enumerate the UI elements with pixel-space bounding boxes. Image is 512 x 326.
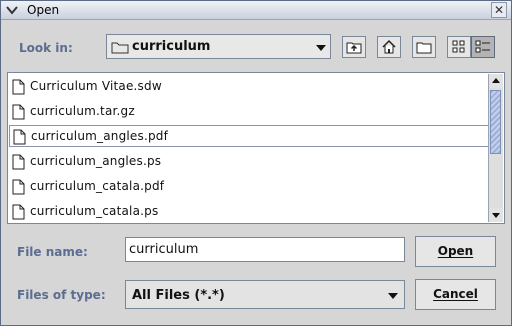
file-row[interactable]: curriculum_catala.pdf [9, 176, 489, 198]
files-of-type-value: All Files (*.*) [132, 288, 225, 303]
folder-icon [111, 42, 129, 54]
file-name-label: File name: [17, 245, 88, 259]
file-name: curriculum_catala.ps [30, 204, 159, 218]
file-icon [13, 129, 26, 145]
chevron-down-icon[interactable] [388, 293, 398, 299]
chevron-down-icon[interactable] [316, 45, 326, 51]
files-of-type-combo[interactable]: All Files (*.*) [125, 280, 405, 309]
file-name: Curriculum Vitae.sdw [30, 79, 162, 93]
file-name: curriculum_catala.pdf [30, 179, 165, 193]
up-folder-icon [346, 42, 362, 54]
look-in-combo[interactable]: curriculum [106, 34, 331, 59]
files-of-type-label: Files of type: [17, 288, 106, 302]
file-icon [12, 154, 25, 170]
file-name-input[interactable] [125, 237, 405, 262]
close-icon: ✕ [493, 3, 505, 17]
details-view-button[interactable] [471, 36, 495, 58]
file-icon [12, 104, 25, 120]
list-view-icon [452, 40, 465, 53]
window-menu-icon[interactable] [5, 3, 19, 17]
up-folder-button[interactable] [342, 36, 366, 58]
home-icon [382, 39, 396, 54]
details-view-icon [475, 40, 490, 53]
file-name: curriculum_angles.ps [30, 154, 162, 168]
file-name: curriculum_angles.pdf [31, 129, 169, 143]
file-icon [12, 79, 25, 95]
list-view-button[interactable] [447, 36, 471, 58]
new-folder-button[interactable] [412, 36, 436, 58]
file-row[interactable]: curriculum_catala.ps [9, 201, 489, 223]
cancel-button[interactable]: Cancel [415, 279, 496, 310]
file-list[interactable]: Curriculum Vitae.sdw curriculum.tar.gz c… [7, 72, 505, 224]
file-row[interactable]: Curriculum Vitae.sdw [9, 76, 489, 98]
file-icon [12, 179, 25, 195]
home-button[interactable] [377, 36, 401, 58]
open-button[interactable]: Open [415, 236, 496, 267]
scroll-thumb[interactable] [490, 90, 501, 154]
scroll-up-button[interactable] [489, 74, 503, 88]
file-icon [12, 204, 25, 220]
file-name: curriculum.tar.gz [30, 104, 135, 118]
look-in-value: curriculum [132, 39, 211, 54]
open-dialog: Open ✕ Look in: curriculum Curriculum Vi… [0, 0, 512, 326]
new-folder-icon [416, 42, 432, 54]
file-row[interactable]: curriculum_angles.ps [9, 151, 489, 173]
vertical-scrollbar[interactable] [488, 74, 503, 222]
close-button[interactable]: ✕ [491, 2, 507, 18]
window-title: Open [27, 3, 60, 17]
look-in-label: Look in: [19, 41, 73, 55]
file-row-selected[interactable]: curriculum_angles.pdf [9, 125, 489, 147]
file-row[interactable]: curriculum.tar.gz [9, 101, 489, 123]
scroll-down-button[interactable] [489, 208, 503, 222]
title-bar[interactable]: Open ✕ [1, 1, 511, 20]
